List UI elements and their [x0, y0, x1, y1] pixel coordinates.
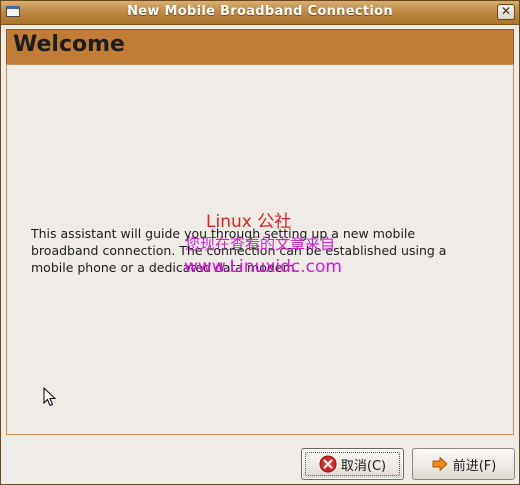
forward-label: 前进(F): [452, 458, 497, 474]
forward-arrow-icon: [432, 457, 448, 471]
close-icon: ✕: [500, 4, 512, 18]
window-title: New Mobile Broadband Connection: [127, 4, 393, 19]
content-panel: This assistant will guide you through se…: [6, 64, 514, 435]
forward-button[interactable]: 前进(F): [412, 448, 515, 480]
page-title: Welcome: [13, 32, 125, 57]
page-header: Welcome: [6, 29, 514, 65]
mouse-pointer-icon: [43, 387, 57, 407]
cancel-icon: [319, 455, 337, 473]
cancel-label: 取消(C): [340, 458, 387, 474]
intro-text: This assistant will guide you through se…: [31, 226, 447, 275]
close-button[interactable]: ✕: [497, 4, 515, 20]
title-bar[interactable]: New Mobile Broadband Connection ✕: [1, 1, 519, 25]
window-icon[interactable]: [6, 6, 20, 17]
assistant-window: New Mobile Broadband Connection ✕ Welcom…: [0, 0, 520, 485]
cancel-button[interactable]: 取消(C): [301, 448, 404, 480]
